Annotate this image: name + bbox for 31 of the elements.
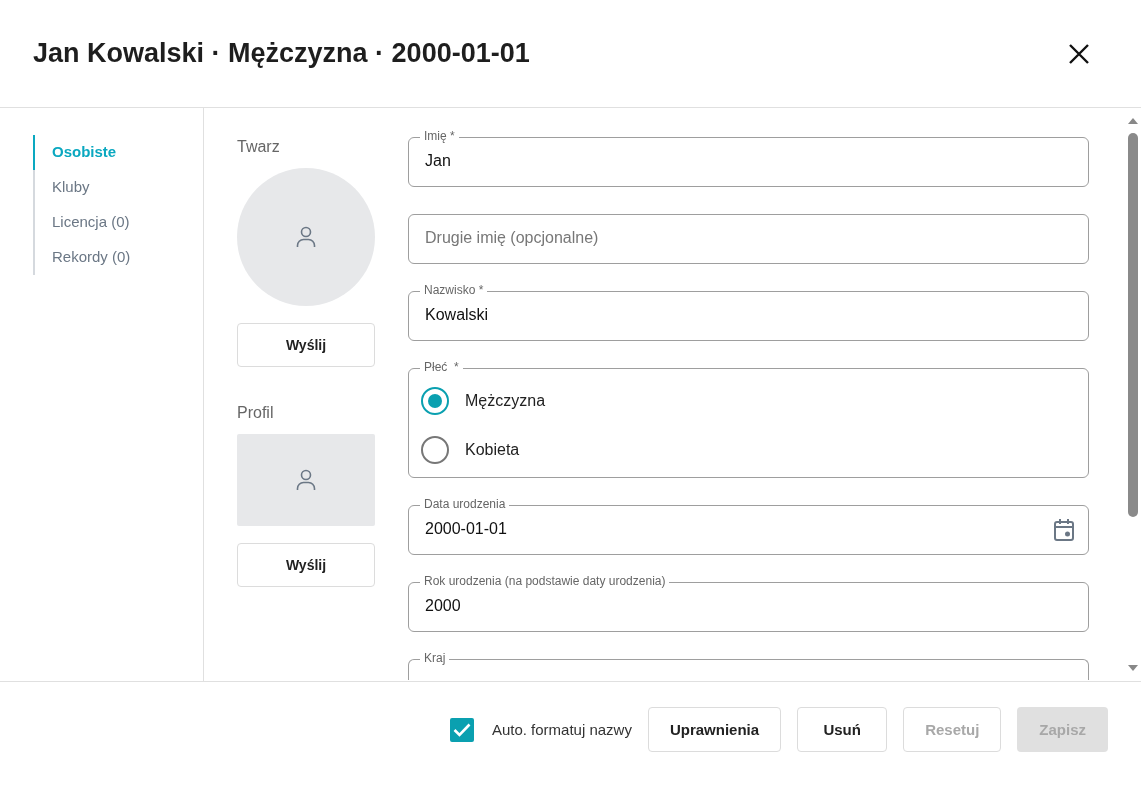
checkbox[interactable] bbox=[449, 717, 474, 742]
person-icon bbox=[296, 226, 316, 248]
image-label: Profil bbox=[237, 404, 275, 422]
field-label: Kraj bbox=[420, 651, 450, 665]
action-button[interactable]: Usuń bbox=[797, 707, 888, 752]
upload-button[interactable]: Wyślij bbox=[237, 323, 375, 367]
upload-button[interactable]: Wyślij bbox=[237, 543, 375, 587]
dialog-title: Jan Kowalski · Mężczyzna · 2000-01-01 bbox=[33, 38, 530, 69]
option-label: Mężczyzna bbox=[465, 391, 546, 410]
field-label: Płeć * bbox=[420, 360, 463, 374]
check-icon bbox=[452, 722, 471, 737]
nav-link[interactable]: Licencja (0) bbox=[33, 205, 173, 240]
field-label: Nazwisko * bbox=[420, 283, 488, 297]
field-label: Data urodzenia bbox=[420, 497, 510, 511]
radio-option[interactable]: Mężczyzna bbox=[425, 386, 546, 415]
nav-link[interactable]: Rekordy (0) bbox=[33, 240, 173, 275]
nav-link[interactable]: Kluby bbox=[33, 170, 173, 205]
radio-icon[interactable] bbox=[421, 435, 449, 464]
field-label: Imię * bbox=[420, 129, 459, 143]
action-button[interactable]: Uprawnienia bbox=[647, 707, 782, 752]
option-label: Kobieta bbox=[465, 440, 520, 459]
radio-option[interactable]: Kobieta bbox=[425, 435, 546, 464]
image-label: Twarz bbox=[237, 138, 281, 156]
text-field[interactable]: Drugie imię (opcjonalne) bbox=[408, 214, 1089, 264]
close-icon bbox=[1067, 41, 1091, 66]
field-label: Rok urodzenia (na podstawie daty urodzenia) bbox=[420, 574, 670, 588]
checkbox-label: Auto. formatuj nazwy bbox=[491, 721, 632, 738]
calendar-icon[interactable] bbox=[1053, 518, 1075, 542]
person-icon bbox=[296, 469, 316, 491]
close-button[interactable] bbox=[1067, 41, 1091, 66]
radio-icon[interactable] bbox=[421, 386, 449, 415]
